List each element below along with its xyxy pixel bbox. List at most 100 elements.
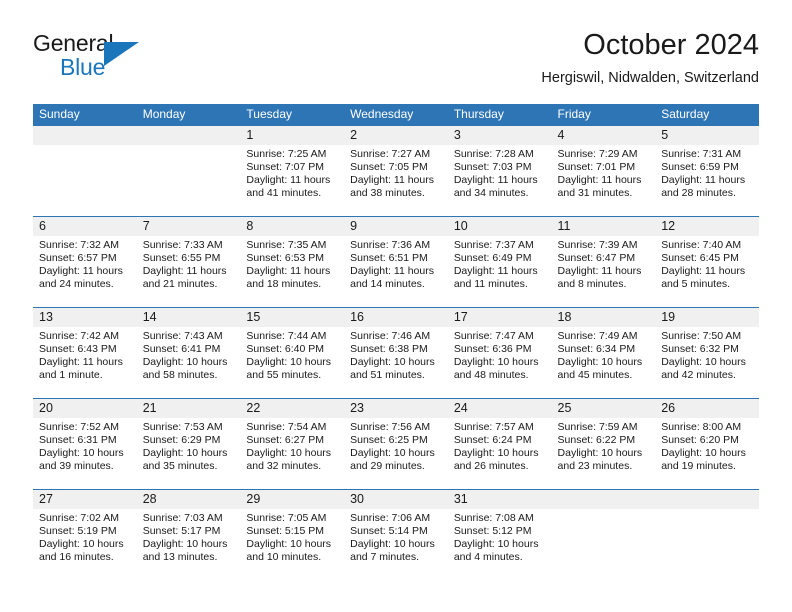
day-number[interactable]: 24 [448,399,552,418]
day-number[interactable]: 20 [33,399,137,418]
day-cell[interactable]: Sunrise: 7:57 AM Sunset: 6:24 PM Dayligh… [448,418,552,489]
day-number[interactable]: 17 [448,308,552,327]
day-cell[interactable]: Sunrise: 7:59 AM Sunset: 6:22 PM Dayligh… [552,418,656,489]
daylight-text-line2: and 51 minutes. [350,369,425,381]
daylight-text-line2: and 23 minutes. [557,460,633,472]
sunrise-text: Sunrise: 7:39 AM [557,239,638,251]
calendar-week-row: 6 7 8 9 10 11 12 Sunrise: 7:32 AM Sunset… [33,216,759,307]
sunrise-text: Sunrise: 7:33 AM [142,239,223,251]
day-number[interactable]: 3 [448,126,552,145]
day-number[interactable]: 15 [240,308,344,327]
day-cell[interactable]: Sunrise: 7:37 AM Sunset: 6:49 PM Dayligh… [448,236,552,307]
day-cell[interactable]: Sunrise: 7:33 AM Sunset: 6:55 PM Dayligh… [137,236,241,307]
daylight-text-line1: Daylight: 11 hours [557,265,642,277]
day-number[interactable]: 1 [240,126,344,145]
day-number[interactable]: 16 [344,308,448,327]
day-number[interactable] [33,126,137,145]
day-number[interactable]: 29 [240,490,344,509]
day-cell[interactable]: Sunrise: 7:28 AM Sunset: 7:03 PM Dayligh… [448,145,552,216]
sunrise-text: Sunrise: 7:54 AM [246,421,327,433]
day-cell[interactable]: Sunrise: 7:35 AM Sunset: 6:53 PM Dayligh… [240,236,344,307]
sunset-text: Sunset: 6:59 PM [661,161,739,173]
day-cell[interactable]: Sunrise: 7:43 AM Sunset: 6:41 PM Dayligh… [137,327,241,398]
day-number[interactable]: 14 [137,308,241,327]
day-number[interactable] [137,126,241,145]
daylight-text-line2: and 13 minutes. [142,551,218,563]
day-number[interactable]: 28 [137,490,241,509]
day-number[interactable]: 6 [33,217,137,236]
day-cell[interactable]: Sunrise: 7:32 AM Sunset: 6:57 PM Dayligh… [33,236,137,307]
day-cell[interactable]: Sunrise: 7:44 AM Sunset: 6:40 PM Dayligh… [240,327,344,398]
day-cell[interactable]: Sunrise: 7:50 AM Sunset: 6:32 PM Dayligh… [655,327,759,398]
day-number[interactable]: 19 [655,308,759,327]
day-cell[interactable]: Sunrise: 7:47 AM Sunset: 6:36 PM Dayligh… [448,327,552,398]
day-number[interactable]: 27 [33,490,137,509]
day-cell[interactable]: Sunrise: 7:31 AM Sunset: 6:59 PM Dayligh… [655,145,759,216]
day-number[interactable]: 7 [137,217,241,236]
sunset-text: Sunset: 5:17 PM [142,525,221,537]
daylight-text-line2: and 39 minutes. [39,460,114,472]
day-cell[interactable] [552,509,656,580]
day-number[interactable]: 8 [240,217,344,236]
day-cell[interactable] [655,509,759,580]
daylight-text-line1: Daylight: 10 hours [453,538,539,550]
day-number[interactable]: 26 [655,399,759,418]
day-number[interactable]: 31 [448,490,552,509]
sunset-text: Sunset: 6:24 PM [453,434,532,446]
sunrise-text: Sunrise: 7:03 AM [142,512,223,524]
day-cell[interactable]: Sunrise: 7:49 AM Sunset: 6:34 PM Dayligh… [552,327,656,398]
weekday-header-wednesday: Wednesday [350,107,414,121]
sunrise-text: Sunrise: 7:59 AM [557,421,638,433]
day-cell[interactable]: Sunrise: 7:29 AM Sunset: 7:01 PM Dayligh… [552,145,656,216]
day-cell[interactable]: Sunrise: 7:27 AM Sunset: 7:05 PM Dayligh… [344,145,448,216]
sunset-text: Sunset: 7:03 PM [453,161,532,173]
day-cell[interactable]: Sunrise: 7:05 AM Sunset: 5:15 PM Dayligh… [240,509,344,580]
daylight-text-line1: Daylight: 11 hours [39,356,123,368]
day-cell[interactable]: Sunrise: 7:39 AM Sunset: 6:47 PM Dayligh… [552,236,656,307]
day-cell[interactable]: Sunrise: 7:53 AM Sunset: 6:29 PM Dayligh… [137,418,241,489]
day-number[interactable]: 2 [344,126,448,145]
daylight-text-line2: and 32 minutes. [246,460,322,472]
day-number[interactable]: 23 [344,399,448,418]
daylight-text-line1: Daylight: 10 hours [142,356,228,368]
day-cell[interactable]: Sunrise: 7:08 AM Sunset: 5:12 PM Dayligh… [448,509,552,580]
calendar-page: General Blue October 2024 Hergiswil, Nid… [0,0,792,612]
sunrise-text: Sunrise: 7:56 AM [350,421,431,433]
daylight-text-line2: and 19 minutes. [661,460,736,472]
day-number[interactable]: 25 [552,399,656,418]
day-cell[interactable]: Sunrise: 7:02 AM Sunset: 5:19 PM Dayligh… [33,509,137,580]
day-number[interactable]: 13 [33,308,137,327]
day-cell[interactable]: Sunrise: 7:06 AM Sunset: 5:14 PM Dayligh… [344,509,448,580]
day-cell[interactable] [137,145,241,216]
day-number[interactable]: 22 [240,399,344,418]
day-cell[interactable]: Sunrise: 7:03 AM Sunset: 5:17 PM Dayligh… [137,509,241,580]
day-cell[interactable]: Sunrise: 7:40 AM Sunset: 6:45 PM Dayligh… [655,236,759,307]
day-number[interactable]: 9 [344,217,448,236]
daylight-text-line2: and 58 minutes. [142,369,218,381]
daylight-text-line2: and 7 minutes. [350,551,419,563]
day-cell[interactable]: Sunrise: 7:46 AM Sunset: 6:38 PM Dayligh… [344,327,448,398]
day-cell[interactable]: Sunrise: 8:00 AM Sunset: 6:20 PM Dayligh… [655,418,759,489]
sunrise-text: Sunrise: 7:44 AM [246,330,327,342]
day-number[interactable]: 30 [344,490,448,509]
daylight-text-line2: and 21 minutes. [142,278,218,290]
day-cell[interactable] [33,145,137,216]
sunrise-text: Sunrise: 7:36 AM [350,239,431,251]
day-number[interactable]: 21 [137,399,241,418]
day-number[interactable]: 11 [552,217,656,236]
day-cell[interactable]: Sunrise: 7:52 AM Sunset: 6:31 PM Dayligh… [33,418,137,489]
day-cell[interactable]: Sunrise: 7:54 AM Sunset: 6:27 PM Dayligh… [240,418,344,489]
day-number[interactable] [552,490,656,509]
day-number[interactable]: 12 [655,217,759,236]
day-number[interactable] [655,490,759,509]
day-cell[interactable]: Sunrise: 7:42 AM Sunset: 6:43 PM Dayligh… [33,327,137,398]
weekday-header-friday: Friday [557,107,591,121]
day-cell[interactable]: Sunrise: 7:56 AM Sunset: 6:25 PM Dayligh… [344,418,448,489]
day-cell[interactable]: Sunrise: 7:36 AM Sunset: 6:51 PM Dayligh… [344,236,448,307]
day-number[interactable]: 10 [448,217,552,236]
day-number[interactable]: 18 [552,308,656,327]
day-number[interactable]: 4 [552,126,656,145]
day-number[interactable]: 5 [655,126,759,145]
general-blue-logo[interactable]: General Blue [33,28,213,86]
day-cell[interactable]: Sunrise: 7:25 AM Sunset: 7:07 PM Dayligh… [240,145,344,216]
